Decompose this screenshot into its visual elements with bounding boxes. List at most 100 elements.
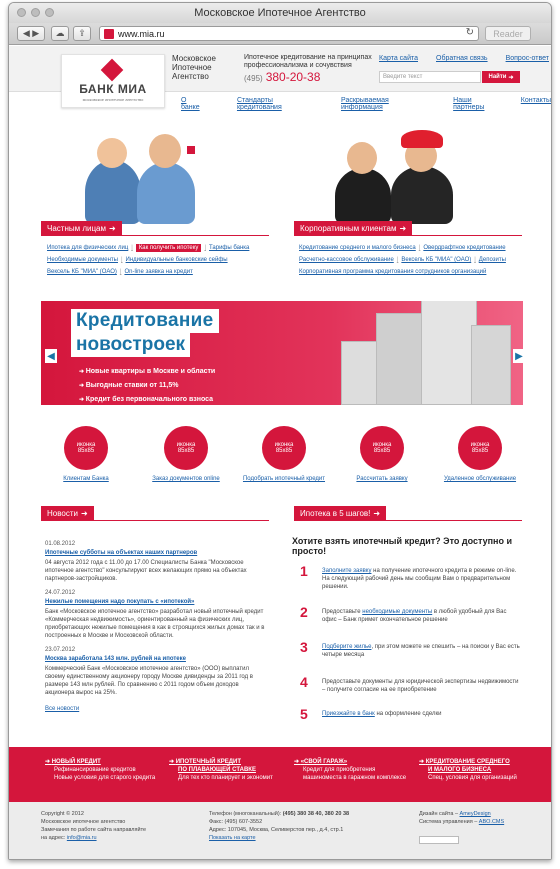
link-mortgage-individuals[interactable]: Ипотека для физических лиц bbox=[47, 245, 128, 251]
corporate-clients-header[interactable]: Корпоративным клиентам ➜ bbox=[294, 221, 522, 236]
search-input[interactable]: Введите текст bbox=[379, 71, 481, 83]
reload-icon[interactable]: ↻ bbox=[466, 27, 474, 38]
news-date: 23.07.2012 bbox=[45, 647, 76, 653]
service-icon-3[interactable]: иконка 85x85 bbox=[262, 426, 306, 470]
address-bar[interactable]: www.mia.ru ↻ bbox=[99, 26, 479, 41]
search-button[interactable]: Найти ➜ bbox=[482, 71, 520, 83]
service-label-3[interactable]: Подобрать ипотечный кредит bbox=[234, 476, 334, 482]
key-icon bbox=[187, 146, 195, 154]
mortgage-steps-header[interactable]: Ипотека в 5 шагов! ➜ bbox=[294, 506, 522, 521]
banner-next-button[interactable]: ▶ bbox=[513, 349, 525, 363]
service-icon-1[interactable]: иконка 85x85 bbox=[64, 426, 108, 470]
banner-title-1: Кредитование bbox=[71, 309, 219, 333]
link-bill[interactable]: Вексель КБ "МИА" (ОАО) bbox=[47, 269, 117, 275]
cms-link[interactable]: ABO.CMS bbox=[479, 819, 504, 825]
link-employee-program[interactable]: Корпоративная программа кредитования сот… bbox=[299, 269, 486, 275]
service-icon-5[interactable]: иконка 85x85 bbox=[458, 426, 502, 470]
web-page: БАНК МИА московское ипотечное агентство … bbox=[9, 46, 551, 859]
news-title[interactable]: Нежилые помещения надо покупать с «ипоте… bbox=[45, 598, 265, 606]
arrow-right-icon: ➜ bbox=[399, 224, 407, 233]
email-link[interactable]: info@mia.ru bbox=[67, 835, 97, 841]
news-date: 24.07.2012 bbox=[45, 590, 76, 596]
logo-subtitle: московское ипотечное агентство bbox=[82, 97, 144, 102]
banner-prev-button[interactable]: ◀ bbox=[45, 349, 57, 363]
all-news-link[interactable]: Все новости bbox=[45, 705, 265, 713]
url-text: www.mia.ru bbox=[118, 28, 165, 39]
link-overdraft[interactable]: Овердрафтное кредитование bbox=[423, 245, 505, 251]
back-forward-buttons[interactable]: ◀ ▶ bbox=[17, 26, 45, 41]
link-deposits[interactable]: Депозиты bbox=[479, 257, 506, 263]
hero-photo-private bbox=[77, 124, 227, 224]
service-label-4[interactable]: Рассчитать заявку bbox=[332, 476, 432, 482]
banner-title-2: новостроек bbox=[71, 333, 191, 357]
browser-window: Московское Ипотечное Агентство ◀ ▶ ☁ ⇪ w… bbox=[8, 2, 552, 860]
promo-sme[interactable]: ➜ КРЕДИТОВАНИЕ СРЕДНЕГО И МАЛОГО БИЗНЕСА С… bbox=[419, 758, 517, 782]
documents-link[interactable]: необходимые документы bbox=[362, 609, 432, 615]
design-link[interactable]: AmeyDesign bbox=[460, 811, 491, 817]
arrow-right-icon: ➜ bbox=[373, 509, 381, 518]
fill-request-link[interactable]: Заполните заявку bbox=[322, 568, 371, 574]
link-how-to-get[interactable]: Как получить ипотеку bbox=[135, 244, 202, 252]
link-tariffs[interactable]: Тарифы банка bbox=[209, 245, 249, 251]
sitemap-link[interactable]: Карта сайта bbox=[379, 55, 418, 62]
feedback-link[interactable]: Обратная связь bbox=[436, 55, 488, 62]
arrow-right-icon: ➜ bbox=[169, 759, 176, 765]
link-online-request[interactable]: On-line заявка на кредит bbox=[124, 269, 192, 275]
cloud-icon[interactable]: ☁ bbox=[51, 26, 69, 41]
bank-logo[interactable]: БАНК МИА московское ипотечное агентство bbox=[61, 54, 165, 108]
footer-credits: Дизайн сайта – AmeyDesign Система управл… bbox=[419, 810, 504, 844]
arrow-right-icon: ➜ bbox=[109, 224, 116, 233]
service-label-2[interactable]: Заказ документов online bbox=[136, 476, 236, 482]
arrow-right-icon: ➜ bbox=[508, 74, 514, 81]
logo-name: БАНК МИА bbox=[79, 82, 147, 96]
reader-button[interactable]: Reader bbox=[485, 26, 531, 41]
tagline: Ипотечное кредитование на принципах проф… bbox=[244, 54, 372, 69]
service-icon-4[interactable]: иконка 85x85 bbox=[360, 426, 404, 470]
nav-contacts[interactable]: Контакты bbox=[521, 97, 551, 111]
chevron-right-icon: ▶ bbox=[515, 350, 523, 362]
nav-partners[interactable]: Наши партнеры bbox=[453, 97, 501, 111]
footer-copyright: Copyright © 2012 Московское ипотечное аге… bbox=[41, 811, 147, 841]
nav-standards[interactable]: Стандарты кредитования bbox=[237, 97, 313, 111]
arrow-right-icon: ➜ bbox=[45, 759, 52, 765]
news-text: Коммерческий Банк «Московское ипотечное … bbox=[45, 666, 253, 696]
banner-bullets: Новые квартиры в Москве и областиВыгодны… bbox=[79, 365, 216, 405]
agency-name: Московское Ипотечное Агентство bbox=[172, 54, 216, 81]
browser-toolbar: ◀ ▶ ☁ ⇪ www.mia.ru ↻ Reader bbox=[9, 23, 551, 45]
hard-hat-icon bbox=[401, 130, 443, 148]
show-on-map-link[interactable]: Показать на карте bbox=[209, 834, 349, 842]
link-documents[interactable]: Необходимые документы bbox=[47, 257, 118, 263]
share-icon[interactable]: ⇪ bbox=[73, 26, 91, 41]
arrow-right-icon: ➜ bbox=[80, 509, 88, 518]
nav-disclosure[interactable]: Раскрываемая информация bbox=[341, 97, 425, 111]
link-safes[interactable]: Индивидуальные банковские сейфы bbox=[126, 257, 228, 263]
promo-banner[interactable]: Кредитование новостроек Новые квартиры в… bbox=[41, 301, 523, 405]
faq-link[interactable]: Вопрос-ответ bbox=[506, 55, 549, 62]
link-sme-credit[interactable]: Кредитование среднего и малого бизнеса bbox=[299, 245, 416, 251]
chevron-left-icon: ◀ bbox=[47, 350, 55, 362]
news-header[interactable]: Новости ➜ bbox=[41, 506, 269, 521]
news-date: 01.08.2012 bbox=[45, 541, 76, 547]
hero-photo-corporate bbox=[327, 124, 467, 224]
nav-about[interactable]: О банке bbox=[181, 97, 205, 111]
service-label-1[interactable]: Клиентам Банка bbox=[36, 476, 136, 482]
news-title[interactable]: Москва заработала 143 млн. рублей на ипо… bbox=[45, 655, 265, 663]
news-title[interactable]: Ипотечные субботы на объектах наших парт… bbox=[45, 549, 265, 557]
promo-floating-rate[interactable]: ➜ ИПОТЕЧНЫЙ КРЕДИТ ПО ПЛАВАЮЩЕЙ СТАВКЕ Для… bbox=[169, 758, 273, 782]
news-text: Банк «Московское ипотечное агентство» ра… bbox=[45, 609, 265, 639]
promo-garage[interactable]: ➜ «СВОЙ ГАРАЖ» Кредит для приобретения маш… bbox=[294, 758, 406, 782]
corporate-links: Кредитование среднего и малого бизнеса | О… bbox=[299, 245, 506, 275]
private-clients-header[interactable]: Частным лицам ➜ bbox=[41, 221, 269, 236]
find-housing-link[interactable]: Подберите жилье bbox=[322, 644, 371, 650]
link-corp-bill[interactable]: Вексель КБ "МИА" (ОАО) bbox=[401, 257, 471, 263]
link-cash-services[interactable]: Расчетно-кассовое обслуживание bbox=[299, 257, 394, 263]
logo-mark-icon bbox=[100, 58, 124, 82]
arrow-right-icon: ➜ bbox=[294, 759, 301, 765]
service-icon-2[interactable]: иконка 85x85 bbox=[164, 426, 208, 470]
visit-bank-link[interactable]: Приезжайте в банк bbox=[322, 711, 375, 717]
counter-badge[interactable] bbox=[419, 836, 459, 844]
service-label-5[interactable]: Удаленное обслуживание bbox=[430, 476, 530, 482]
promo-new-credit[interactable]: ➜ НОВЫЙ КРЕДИТ Рефинансирование кредитов Н… bbox=[45, 758, 155, 782]
promo-strip: ➜ НОВЫЙ КРЕДИТ Рефинансирование кредитов Н… bbox=[9, 747, 551, 802]
top-links: Карта сайта Обратная связь Вопрос-ответ bbox=[379, 55, 549, 62]
